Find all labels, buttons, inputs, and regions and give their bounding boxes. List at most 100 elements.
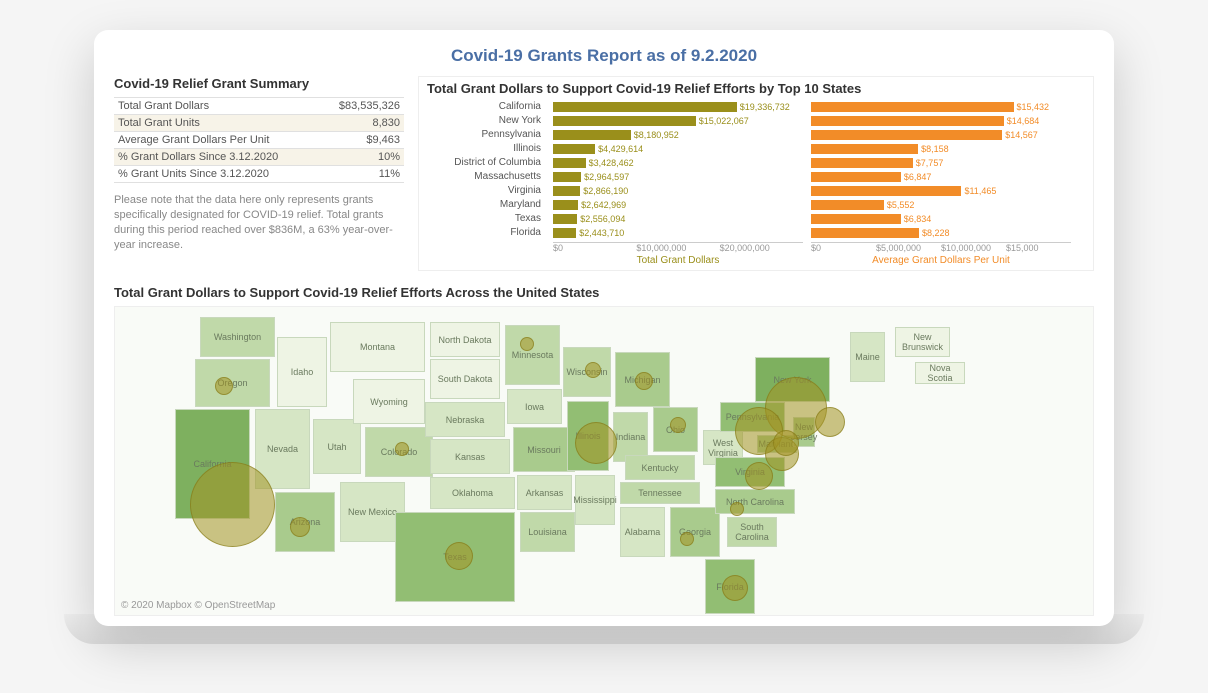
bar-row[interactable]: $2,443,710: [553, 226, 803, 240]
dollars-axis: $0$10,000,000$20,000,000: [553, 242, 803, 253]
map-state-la[interactable]: Louisiana: [520, 512, 575, 552]
map-state-ca[interactable]: California: [175, 409, 250, 519]
bar-row[interactable]: $2,964,597: [553, 170, 803, 184]
bar-value-label: $15,022,067: [696, 116, 749, 126]
map-state-al[interactable]: Alabama: [620, 507, 665, 557]
map-state-wa[interactable]: Washington: [200, 317, 275, 357]
bar-row[interactable]: $6,847: [811, 170, 1071, 184]
map-state-az[interactable]: Arizona: [275, 492, 335, 552]
map-state-oh[interactable]: Ohio: [653, 407, 698, 452]
bar-value-label: $19,336,732: [737, 102, 790, 112]
map-state-ns[interactable]: Nova Scotia: [915, 362, 965, 384]
map-state-ne[interactable]: Nebraska: [425, 402, 505, 437]
map-state-ms[interactable]: Mississippi: [575, 475, 615, 525]
state-label: Illinois: [425, 142, 545, 156]
map-state-ny[interactable]: New York: [755, 357, 830, 402]
map-state-nb[interactable]: New Brunswick: [895, 327, 950, 357]
map-state-ia[interactable]: Iowa: [507, 389, 562, 424]
map-state-mn[interactable]: Minnesota: [505, 325, 560, 385]
bar-value-label: $15,432: [1014, 102, 1050, 112]
avg-per-unit-bar-chart[interactable]: $15,432 $14,684 $14,567 $8,158 $7,757 $6,847 $…: [811, 100, 1071, 266]
charts-title: Total Grant Dollars to Support Covid-19 …: [427, 81, 1087, 96]
summary-note: Please note that the data here only repr…: [114, 193, 404, 252]
state-label: Texas: [425, 212, 545, 226]
map-state-ks[interactable]: Kansas: [430, 439, 510, 474]
map-state-me[interactable]: Maine: [850, 332, 885, 382]
bar-row[interactable]: $8,228: [811, 226, 1071, 240]
avg-axis-label: Average Grant Dollars Per Unit: [811, 255, 1071, 266]
map-state-mo[interactable]: Missouri: [513, 427, 575, 472]
state-label: New York: [425, 114, 545, 128]
bar-value-label: $2,964,597: [581, 172, 629, 182]
bar-row[interactable]: $15,022,067: [553, 114, 803, 128]
bar-value-label: $11,465: [961, 186, 996, 196]
dollars-axis-label: Total Grant Dollars: [553, 255, 803, 266]
bar-row[interactable]: $4,429,614: [553, 142, 803, 156]
top10-charts-panel[interactable]: Total Grant Dollars to Support Covid-19 …: [418, 76, 1094, 271]
map-state-wy[interactable]: Wyoming: [353, 379, 425, 424]
map-state-ut[interactable]: Utah: [313, 419, 361, 474]
bar-row[interactable]: $8,158: [811, 142, 1071, 156]
bar-row[interactable]: $2,866,190: [553, 184, 803, 198]
map-state-sc[interactable]: South Carolina: [727, 517, 777, 547]
map-state-nj[interactable]: New Jersey: [793, 417, 815, 447]
state-label: Pennsylvania: [425, 128, 545, 142]
map-state-ar[interactable]: Arkansas: [517, 475, 572, 510]
bar-value-label: $6,847: [901, 172, 932, 182]
bar-value-label: $8,158: [918, 144, 949, 154]
map-state-mi[interactable]: Michigan: [615, 352, 670, 407]
map-state-fl[interactable]: Florida: [705, 559, 755, 614]
bar-row[interactable]: $19,336,732: [553, 100, 803, 114]
map-state-co[interactable]: Colorado: [365, 427, 433, 477]
state-label: Massachusetts: [425, 170, 545, 184]
map-attribution: © 2020 Mapbox © OpenStreetMap: [121, 600, 275, 611]
map-state-sd[interactable]: South Dakota: [430, 359, 500, 399]
map-state-mt[interactable]: Montana: [330, 322, 425, 372]
us-map-chart[interactable]: © 2020 Mapbox © OpenStreetMap Washington…: [114, 306, 1094, 616]
state-label: Maryland: [425, 198, 545, 212]
summary-row: % Grant Units Since 3.12.202011%: [114, 166, 404, 183]
bar-value-label: $8,228: [919, 228, 950, 238]
bar-row[interactable]: $2,642,969: [553, 198, 803, 212]
map-state-or[interactable]: Oregon: [195, 359, 270, 407]
summary-row: Total Grant Units8,830: [114, 115, 404, 132]
bar-row[interactable]: $3,428,462: [553, 156, 803, 170]
summary-row: Total Grant Dollars$83,535,326: [114, 98, 404, 115]
state-label: California: [425, 100, 545, 114]
map-state-nv[interactable]: Nevada: [255, 409, 310, 489]
summary-panel: Covid-19 Relief Grant Summary Total Gran…: [114, 76, 404, 271]
page-title: Covid-19 Grants Report as of 9.2.2020: [114, 46, 1094, 66]
map-state-va[interactable]: Virginia: [715, 457, 785, 487]
state-label: Virginia: [425, 184, 545, 198]
bar-value-label: $14,684: [1004, 116, 1040, 126]
map-state-nd[interactable]: North Dakota: [430, 322, 500, 357]
map-state-tx[interactable]: Texas: [395, 512, 515, 602]
bar-row[interactable]: $15,432: [811, 100, 1071, 114]
summary-table: Total Grant Dollars$83,535,326 Total Gra…: [114, 97, 404, 183]
summary-title: Covid-19 Relief Grant Summary: [114, 76, 404, 91]
map-state-id[interactable]: Idaho: [277, 337, 327, 407]
bar-value-label: $7,757: [913, 158, 944, 168]
map-bubble: [815, 407, 845, 437]
map-state-nc[interactable]: North Carolina: [715, 489, 795, 514]
bar-row[interactable]: $11,465: [811, 184, 1071, 198]
summary-row: % Grant Dollars Since 3.12.202010%: [114, 149, 404, 166]
map-state-pa[interactable]: Pennsylvania: [720, 402, 785, 432]
bar-row[interactable]: $7,757: [811, 156, 1071, 170]
map-state-ky[interactable]: Kentucky: [625, 455, 695, 480]
bar-value-label: $6,834: [901, 214, 932, 224]
dashboard-frame: Covid-19 Grants Report as of 9.2.2020 Co…: [94, 30, 1114, 626]
bar-row[interactable]: $5,552: [811, 198, 1071, 212]
bar-row[interactable]: $14,684: [811, 114, 1071, 128]
map-state-tn[interactable]: Tennessee: [620, 482, 700, 504]
map-state-ga[interactable]: Georgia: [670, 507, 720, 557]
map-state-ok[interactable]: Oklahoma: [430, 477, 515, 509]
bar-row[interactable]: $8,180,952: [553, 128, 803, 142]
bar-row[interactable]: $2,556,094: [553, 212, 803, 226]
map-state-il[interactable]: Illinois: [567, 401, 609, 471]
bar-row[interactable]: $14,567: [811, 128, 1071, 142]
total-dollars-bar-chart[interactable]: $19,336,732 $15,022,067 $8,180,952$4,429,6…: [553, 100, 803, 266]
summary-row: Average Grant Dollars Per Unit$9,463: [114, 132, 404, 149]
bar-row[interactable]: $6,834: [811, 212, 1071, 226]
map-state-wi[interactable]: Wisconsin: [563, 347, 611, 397]
